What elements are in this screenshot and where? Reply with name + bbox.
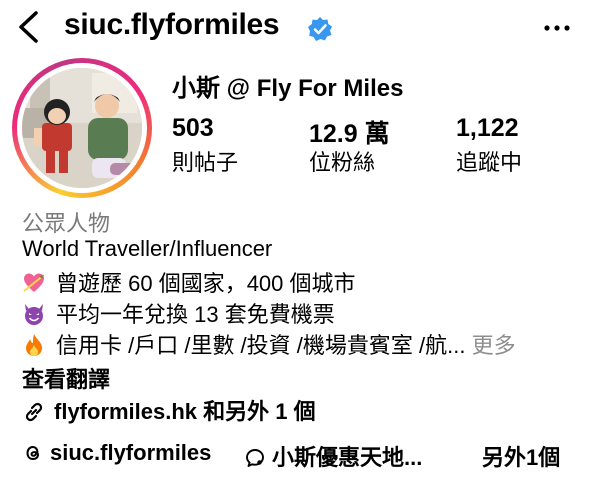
profile-avatar[interactable] xyxy=(12,58,152,198)
more-options-icon[interactable] xyxy=(540,14,574,42)
fire-icon xyxy=(26,334,42,356)
verified-badge-icon xyxy=(308,17,332,41)
profile-username: siuc.flyformiles xyxy=(64,8,280,41)
threads-icon xyxy=(26,445,40,461)
bio-headline: World Traveller/Influencer xyxy=(22,236,273,261)
channel-name: 小斯優惠天地... xyxy=(272,445,423,470)
broadcast-channel[interactable]: 小斯優惠天地... xyxy=(244,440,422,472)
threads-badge[interactable]: siuc.flyformiles xyxy=(22,440,211,466)
heart-with-arrow-icon xyxy=(23,273,45,292)
display-name: 小斯 @ Fly For Miles xyxy=(172,75,404,102)
external-links[interactable]: flyformiles.hk 和另外 1 個 xyxy=(22,394,316,426)
posts-label[interactable]: 則帖子 xyxy=(172,145,238,177)
see-translation-link[interactable]: 查看翻譯 xyxy=(22,362,110,394)
following-label[interactable]: 追蹤中 xyxy=(456,145,522,177)
following-count[interactable]: 1,122 xyxy=(456,114,519,143)
bio-line: 信用卡 /戶口 /里數 /投資 /機場貴賓室 /航... 更多 xyxy=(22,328,516,360)
bio-line-text: 曾遊歷 60 個國家，400 個城市 xyxy=(56,271,356,296)
smiling-devil-icon xyxy=(25,304,43,325)
followers-label[interactable]: 位粉絲 xyxy=(309,145,375,177)
back-chevron-icon[interactable] xyxy=(14,10,44,44)
threads-handle: siuc.flyformiles xyxy=(50,440,212,465)
bio-line-text: 平均一年兌換 13 套免費機票 xyxy=(56,302,335,327)
bio-line-text: 信用卡 /戶口 /里數 /投資 /機場貴賓室 /航... xyxy=(56,333,466,358)
link-icon xyxy=(25,402,43,422)
other-links-button[interactable]: 另外1個 xyxy=(482,440,560,472)
broadcast-channel-icon xyxy=(246,449,264,467)
bio-line: 曾遊歷 60 個國家，400 個城市 xyxy=(22,266,356,298)
bio-line: 平均一年兌換 13 套免費機票 xyxy=(22,297,335,329)
profile-category: 公眾人物 xyxy=(22,211,111,236)
posts-count[interactable]: 503 xyxy=(172,114,214,143)
external-links-text: flyformiles.hk 和另外 1 個 xyxy=(54,399,316,424)
avatar-photo xyxy=(22,68,142,188)
more-link[interactable]: 更多 xyxy=(472,333,516,358)
